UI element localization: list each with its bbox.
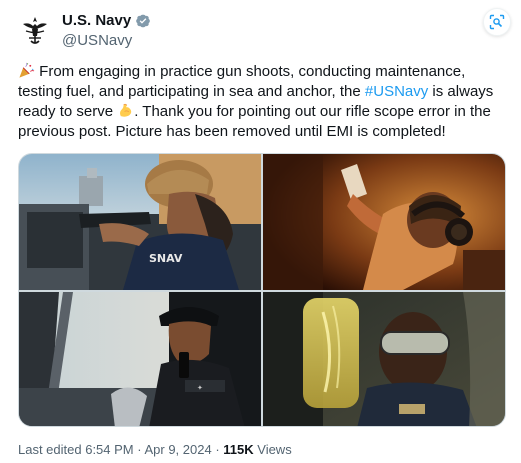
- tweet-meta: Last edited 6:54 PM · Apr 9, 2024 · 115K…: [18, 442, 292, 457]
- sailor-gun-shoot-photo[interactable]: SNAV: [19, 154, 261, 290]
- hashtag-link[interactable]: #USNavy: [365, 83, 428, 100]
- author-name-row: U.S. Navy: [62, 12, 151, 29]
- meta-separator-2: ·: [211, 442, 224, 457]
- verified-badge-icon[interactable]: [135, 13, 151, 29]
- navy-eagle-logo-icon: [23, 17, 47, 44]
- svg-text:✦: ✦: [197, 384, 203, 392]
- sailor-maintenance-photo[interactable]: [263, 154, 505, 290]
- lens-search-icon: [489, 14, 505, 30]
- tweet-text: From engaging in practice gun shoots, co…: [18, 62, 503, 142]
- post-date[interactable]: Apr 9, 2024: [144, 442, 211, 457]
- visual-search-button[interactable]: [483, 8, 511, 36]
- sailor-bridge-radio-photo[interactable]: ✦: [19, 292, 261, 426]
- views-label: Views: [253, 442, 292, 457]
- tweet-card: U.S. Navy @USNavy From engaging in pract…: [0, 0, 521, 463]
- meta-separator-1: ·: [133, 442, 145, 457]
- views-count: 115K: [223, 442, 254, 457]
- edited-label: Last edited: [18, 442, 86, 457]
- media-grid: SNAV ✦: [18, 153, 506, 427]
- post-time[interactable]: 6:54 PM: [85, 442, 133, 457]
- svg-text:SNAV: SNAV: [149, 252, 183, 265]
- flexed-biceps-icon: [120, 103, 132, 117]
- author-handle[interactable]: @USNavy: [62, 32, 132, 49]
- avatar[interactable]: [17, 12, 53, 48]
- author-display-name[interactable]: U.S. Navy: [62, 12, 131, 29]
- sailor-fuel-sample-photo[interactable]: [263, 292, 505, 426]
- party-popper-icon: [19, 62, 35, 78]
